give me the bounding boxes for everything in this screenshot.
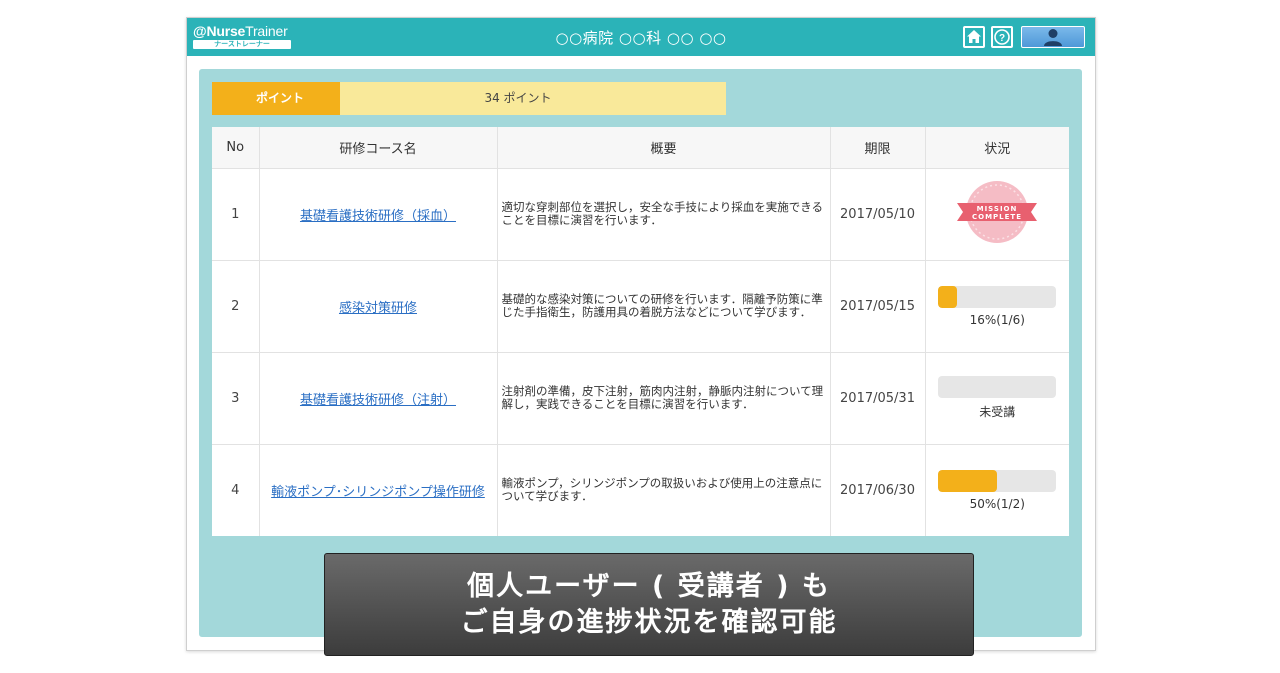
mission-complete-badge: MISSION COMPLETE — [957, 181, 1038, 243]
course-deadline: 2017/05/31 — [830, 352, 926, 445]
table-row: 4 輸液ポンプ･シリンジポンプ操作研修 輸液ポンプ，シリンジポンプの取扱いおよび… — [212, 444, 1069, 536]
status-cell: 未受講 — [925, 352, 1070, 445]
table-row: 3 基礎看護技術研修（注射） 注射剤の準備，皮下注射，筋肉内注射，静脈内注射につ… — [212, 352, 1070, 445]
progress-bar — [938, 376, 1057, 398]
progress-bar — [938, 469, 1057, 492]
table-header-row: No 研修コース名 概要 期限 状況 — [212, 127, 1069, 169]
course-deadline: 2017/05/15 — [830, 260, 926, 353]
progress-indicator: 16%(1/6) — [926, 285, 1070, 327]
main-content-panel: ポイント 34 ポイント No 研修コース名 概要 期限 状況 1 基礎看護技術… — [199, 69, 1082, 637]
course-table: No 研修コース名 概要 期限 状況 1 基礎看護技術研修（採血） 適切な穿刺部… — [212, 127, 1069, 536]
course-summary: 輸液ポンプ，シリンジポンプの取扱いおよび使用上の注意点について学びます． — [497, 444, 831, 536]
status-cell: 50%(1/2) — [925, 444, 1069, 536]
user-icon — [1044, 29, 1062, 46]
course-link[interactable]: 感染対策研修 — [339, 301, 417, 316]
course-deadline: 2017/06/30 — [830, 444, 926, 536]
caption-overlay: 個人ユーザー ( 受講者 ) も ご自身の進捗状況を確認可能 — [324, 553, 974, 656]
progress-bar — [938, 285, 1057, 308]
progress-indicator: 50%(1/2) — [926, 469, 1070, 511]
column-header-no: No — [212, 127, 260, 169]
row-number: 1 — [212, 168, 260, 261]
caption-line-1: 個人ユーザー ( 受講者 ) も — [467, 570, 831, 602]
column-header-summary: 概要 — [497, 127, 831, 169]
table-row: 1 基礎看護技術研修（採血） 適切な穿刺部位を選択し，安全な手技により採血を実施… — [212, 168, 1069, 261]
course-summary: 注射剤の準備，皮下注射，筋肉内注射，静脈内注射について理解し，実践できることを目… — [497, 352, 831, 445]
progress-text: 未受講 — [979, 405, 1016, 419]
points-label: ポイント — [212, 82, 340, 115]
badge-line1: MISSION — [977, 205, 1018, 213]
progress-indicator: 未受講 — [926, 376, 1070, 420]
course-deadline: 2017/05/10 — [830, 168, 926, 261]
badge-line2: COMPLETE — [972, 213, 1022, 221]
row-number: 2 — [212, 260, 260, 353]
course-link[interactable]: 基礎看護技術研修（採血） — [300, 209, 456, 224]
course-summary: 適切な穿刺部位を選択し，安全な手技により採血を実施できることを目標に演習を行いま… — [497, 168, 831, 261]
course-name-cell: 基礎看護技術研修（注射） — [259, 352, 498, 445]
column-header-course: 研修コース名 — [259, 127, 498, 169]
progress-text: 16%(1/6) — [969, 312, 1025, 327]
user-menu-button[interactable] — [1021, 26, 1085, 48]
progress-text: 50%(1/2) — [969, 496, 1025, 511]
help-button[interactable]: ? — [991, 26, 1013, 48]
course-name-cell: 輸液ポンプ･シリンジポンプ操作研修 — [259, 444, 498, 536]
page-title: ○○病院 ○○科 ○○ ○○ — [555, 29, 727, 47]
caption-line-2: ご自身の進捗状況を確認可能 — [460, 606, 838, 638]
home-icon — [965, 28, 983, 46]
column-header-status: 状況 — [925, 127, 1069, 169]
column-header-deadline: 期限 — [830, 127, 926, 169]
row-number: 4 — [212, 444, 260, 536]
progress-fill — [938, 469, 998, 492]
course-link[interactable]: 輸液ポンプ･シリンジポンプ操作研修 — [271, 485, 485, 500]
course-summary: 基礎的な感染対策についての研修を行います．隔離予防策に準じた手指衛生，防護用具の… — [497, 260, 831, 353]
help-icon: ? — [993, 28, 1011, 46]
course-name-cell: 感染対策研修 — [259, 260, 498, 353]
progress-fill — [938, 285, 958, 308]
status-cell: 16%(1/6) — [925, 260, 1070, 353]
table-row: 2 感染対策研修 基礎的な感染対策についての研修を行います．隔離予防策に準じた手… — [212, 260, 1070, 353]
svg-text:?: ? — [999, 33, 1005, 44]
course-name-cell: 基礎看護技術研修（採血） — [259, 168, 498, 261]
row-number: 3 — [212, 352, 260, 445]
course-link[interactable]: 基礎看護技術研修（注射） — [300, 393, 456, 408]
points-value: 34 ポイント — [340, 82, 726, 115]
points-bar: ポイント 34 ポイント — [212, 82, 726, 115]
home-button[interactable] — [963, 26, 985, 48]
status-cell: MISSION COMPLETE — [925, 168, 1069, 261]
header-bar: @NurseTrainer ナーストレーナー ○○病院 ○○科 ○○ ○○ ? — [187, 18, 1095, 56]
